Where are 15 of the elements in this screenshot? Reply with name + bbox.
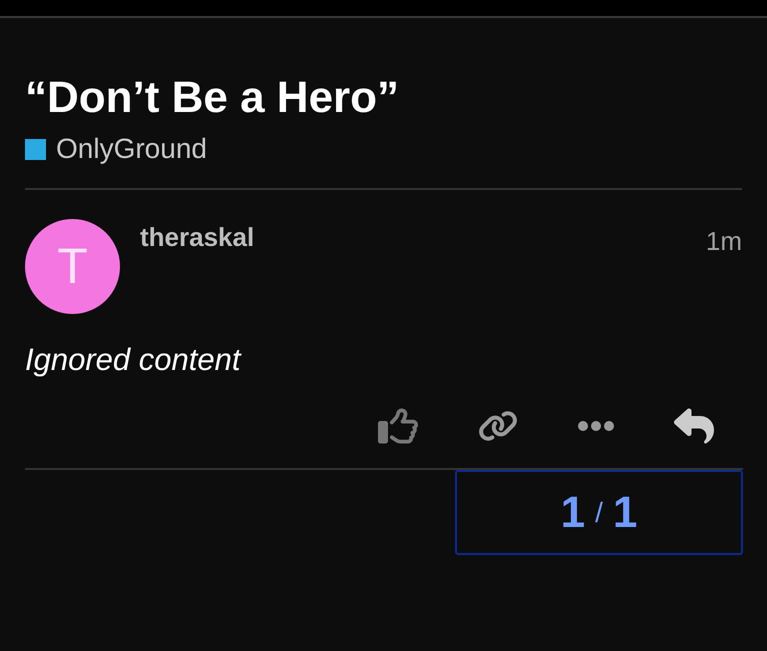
username[interactable]: theraskal bbox=[140, 219, 254, 255]
category-link[interactable]: OnlyGround bbox=[56, 132, 207, 166]
progress-box[interactable]: 1 / 1 bbox=[455, 470, 743, 555]
thumbs-up-icon bbox=[378, 406, 418, 446]
progress-current: 1 bbox=[560, 486, 586, 538]
more-button[interactable] bbox=[578, 421, 614, 431]
more-icon bbox=[578, 421, 614, 431]
post-time: 1m bbox=[706, 225, 742, 258]
reply-button[interactable] bbox=[674, 406, 714, 446]
reply-icon bbox=[674, 406, 714, 446]
post-content: Ignored content bbox=[25, 341, 242, 379]
progress-total: 1 bbox=[612, 486, 638, 538]
topic-title: “Don’t Be a Hero” bbox=[25, 72, 400, 124]
progress-separator: / bbox=[595, 496, 603, 530]
like-button[interactable] bbox=[378, 406, 418, 446]
